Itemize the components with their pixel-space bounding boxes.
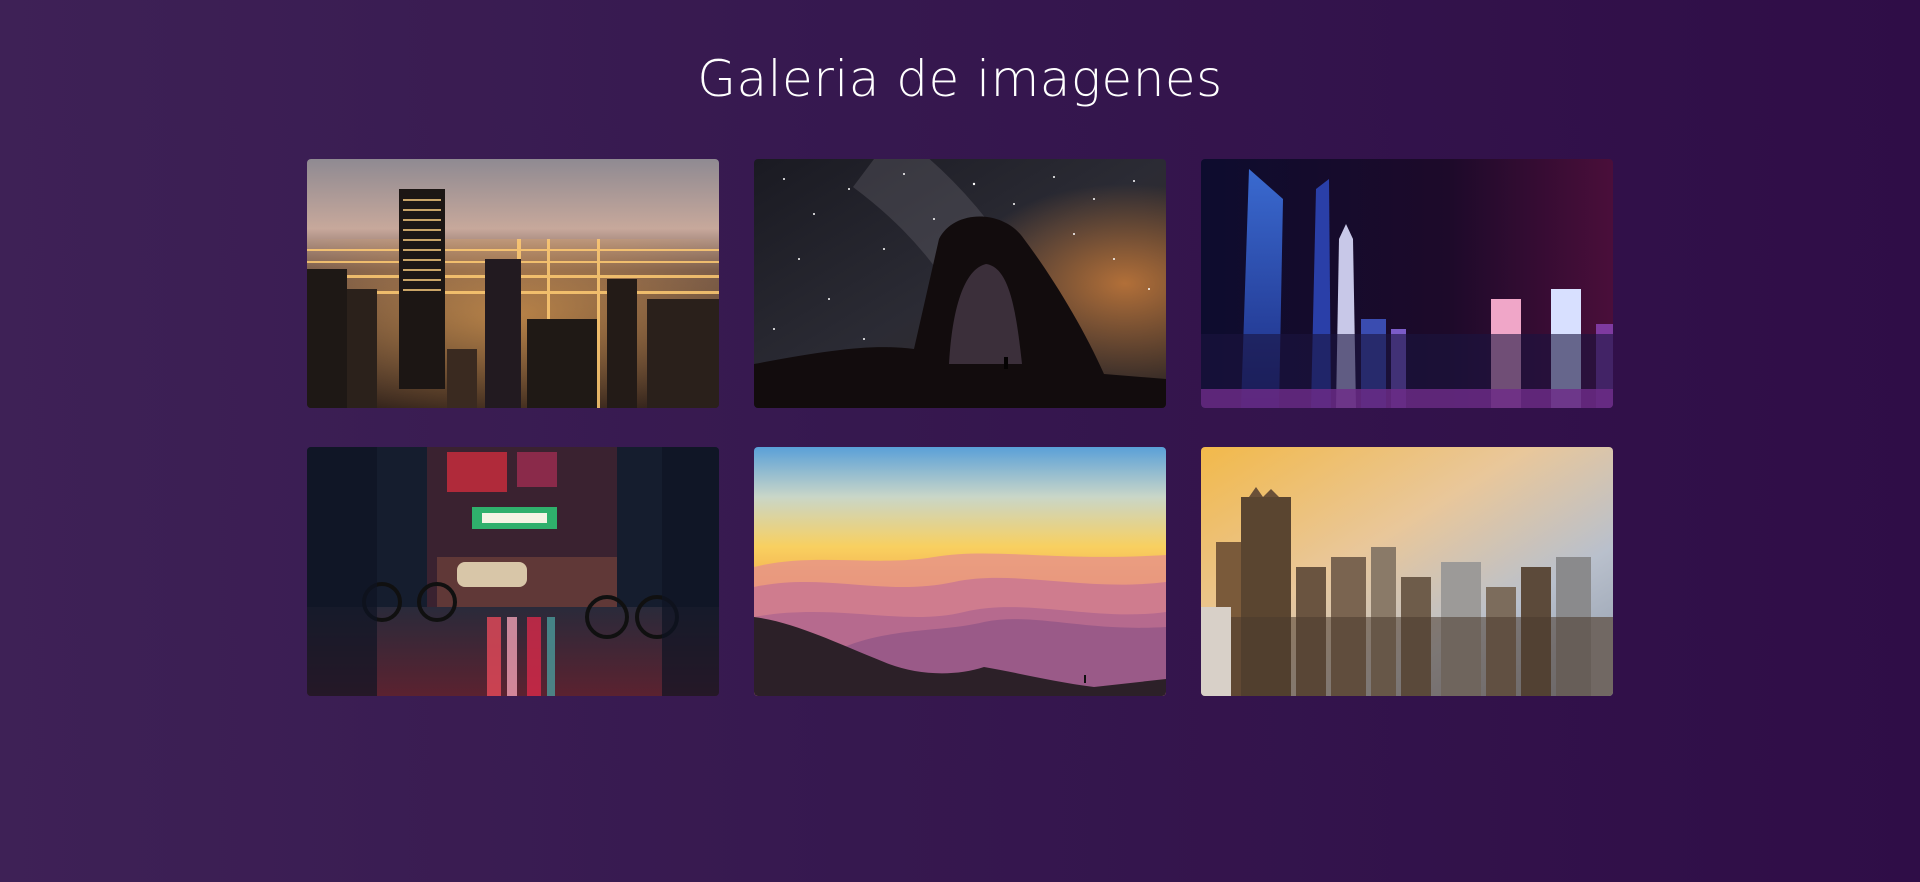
gallery-image-mountain-sunset[interactable]: [754, 447, 1166, 696]
arch-night-sky-image: [754, 159, 1166, 408]
neon-skyscrapers-image: [1201, 159, 1613, 408]
gallery-image-neon-skyscrapers[interactable]: [1201, 159, 1613, 408]
neon-street-image: [307, 447, 719, 696]
gallery-image-golden-skyline[interactable]: [1201, 447, 1613, 696]
gallery-image-arch-night-sky[interactable]: [754, 159, 1166, 408]
mountain-sunset-image: [754, 447, 1166, 696]
gallery-image-neon-street[interactable]: [307, 447, 719, 696]
gallery-image-city-lights[interactable]: [307, 159, 719, 408]
golden-skyline-image: [1201, 447, 1613, 696]
image-gallery: [307, 159, 1613, 696]
city-lights-image: [307, 159, 719, 408]
page-title: Galeria de imagenes: [697, 50, 1223, 108]
